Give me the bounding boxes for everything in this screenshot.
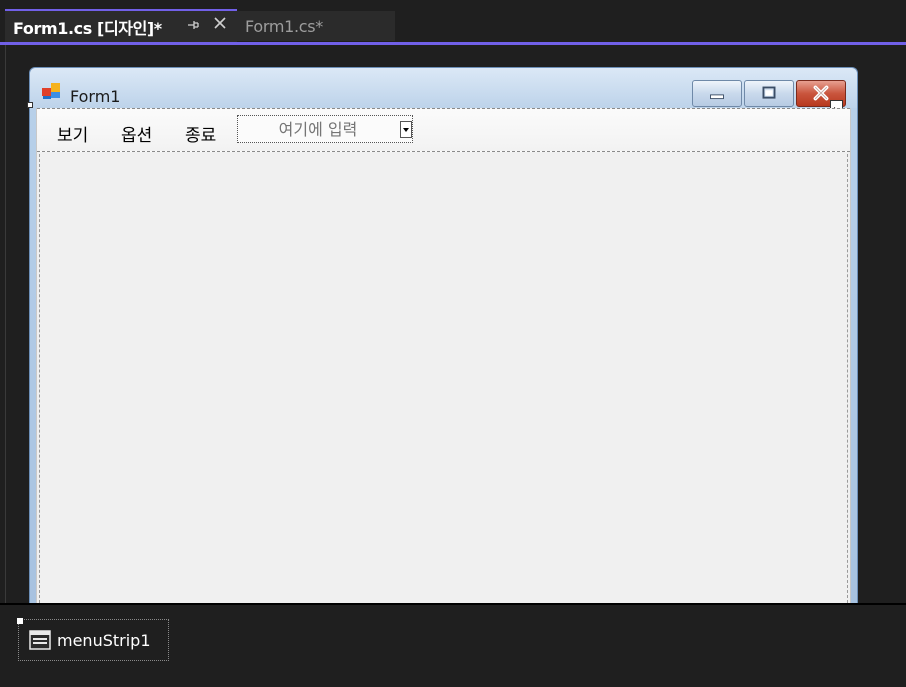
type-here-input[interactable]: [238, 116, 398, 142]
menu-item-view[interactable]: 보기: [57, 121, 88, 146]
maximize-button[interactable]: [744, 80, 794, 107]
menustrip-icon: [29, 630, 51, 650]
form-title: Form1: [70, 87, 121, 106]
tab-label: Form1.cs [디자인]*: [13, 18, 162, 38]
menustrip[interactable]: 보기 옵션 종료: [37, 108, 850, 152]
minimize-button[interactable]: [692, 80, 742, 107]
minimize-icon: [710, 94, 724, 100]
form-app-icon: [42, 82, 62, 100]
close-icon[interactable]: [211, 15, 229, 35]
maximize-icon: [762, 86, 776, 99]
pin-icon[interactable]: [185, 18, 201, 34]
menu-item-exit[interactable]: 종료: [185, 121, 216, 146]
client-dashed-border: [39, 154, 848, 608]
component-tray[interactable]: menuStrip1: [0, 603, 906, 687]
vs-designer-window: Form1.cs [디자인]* Form1.cs* Form1 보기 옵션 종료…: [0, 0, 906, 687]
form-titlebar[interactable]: Form1: [30, 68, 857, 114]
form-client-area[interactable]: 보기 옵션 종료: [36, 108, 851, 608]
menu-item-options[interactable]: 옵션: [121, 121, 152, 146]
document-tab-strip: Form1.cs [디자인]* Form1.cs*: [0, 0, 906, 45]
tab-form1-design[interactable]: Form1.cs [디자인]*: [5, 9, 237, 42]
selection-handle[interactable]: [27, 102, 33, 108]
tab-form1-code[interactable]: Form1.cs*: [237, 11, 395, 41]
tray-item-menustrip1[interactable]: menuStrip1: [17, 618, 169, 661]
chevron-down-icon[interactable]: [400, 121, 412, 138]
selection-handle: [17, 618, 23, 624]
tab-label: Form1.cs*: [245, 16, 324, 36]
form1-window[interactable]: Form1 보기 옵션 종료 여기에 입력: [27, 67, 858, 608]
tray-item-label: menuStrip1: [57, 630, 151, 650]
menu-type-here-combo[interactable]: [237, 115, 413, 143]
